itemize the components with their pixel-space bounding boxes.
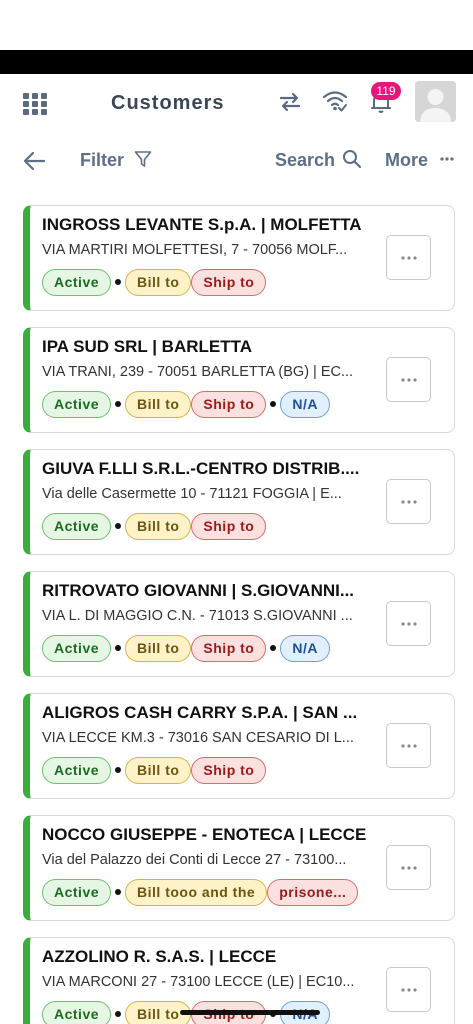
customer-address: Via delle Casermette 10 - 71121 FOGGIA |… [42,486,342,502]
customer-name: INGROSS LEVANTE S.p.A. | MOLFETTA [42,215,362,234]
card-menu-button[interactable] [386,967,431,1012]
bill-to-badge: Bill to [125,512,192,540]
customer-card[interactable]: INGROSS LEVANTE S.p.A. | MOLFETTA VIA MAR… [23,205,455,311]
customer-name: AZZOLINO R. S.A.S. | LECCE [42,947,277,966]
status-tags: Active Bill tooo and the prisone... [42,878,359,906]
ship-to-badge: Ship to [191,756,267,784]
home-indicator [180,1010,320,1015]
customer-address: VIA LECCE KM.3 - 73016 SAN CESARIO DI L.… [42,730,354,746]
ship-to-badge: prisone... [267,878,359,906]
more-button[interactable]: More [385,150,428,171]
user-silhouette-icon [415,81,456,122]
customer-name: IPA SUD SRL | BARLETTA [42,337,253,356]
status-bar [0,0,473,50]
customer-address: VIA L. DI MAGGIO C.N. - 71013 S.GIOVANNI… [42,608,353,624]
active-badge: Active [42,878,112,906]
page-title: Customers [111,92,225,114]
sync-icon[interactable] [278,91,302,113]
bill-to-badge: Bill tooo and the [125,878,268,906]
bill-to-badge: Bill to [125,756,192,784]
wifi-icon[interactable] [322,89,348,113]
customer-card[interactable]: RITROVATO GIOVANNI | S.GIOVANNI... VIA L.… [23,571,455,677]
filter-funnel-icon[interactable] [134,150,152,168]
filter-button[interactable]: Filter [80,150,124,171]
active-badge: Active [42,390,112,418]
status-tags: Active Bill to Ship to [42,268,267,296]
bill-to-badge: Bill to [125,268,192,296]
status-tags: Active Bill to Ship to [42,512,267,540]
na-badge: N/A [280,634,330,662]
customer-name: ALIGROS CASH CARRY S.P.A. | SAN ... [42,703,358,722]
customer-address: VIA MARTIRI MOLFETTESI, 7 - 70056 MOLF..… [42,242,348,258]
search-icon[interactable] [342,149,362,169]
card-menu-button[interactable] [386,723,431,768]
card-menu-button[interactable] [386,479,431,524]
ellipsis-icon [401,256,417,260]
bill-to-badge: Bill to [125,634,192,662]
customer-card[interactable]: IPA SUD SRL | BARLETTA VIA TRANI, 239 - 7… [23,327,455,433]
ellipsis-icon [401,622,417,626]
separator-dot [270,401,277,407]
status-tags: Active Bill toShip to N/A [42,390,330,418]
search-button[interactable]: Search [275,150,335,171]
customer-address: Via del Palazzo dei Conti di Lecce 27 - … [42,852,347,868]
ship-to-badge: Ship to [191,390,267,418]
active-badge: Active [42,756,112,784]
customer-name: NOCCO GIUSEPPE - ENOTECA | LECCE [42,825,367,844]
separator-dot [115,279,122,285]
card-menu-button[interactable] [386,845,431,890]
separator-dot [115,767,122,773]
active-badge: Active [42,512,112,540]
ship-to-badge: Ship to [191,268,267,296]
card-menu-button[interactable] [386,601,431,646]
separator-dot [115,889,122,895]
card-menu-button[interactable] [386,235,431,280]
ellipsis-icon [401,866,417,870]
active-badge: Active [42,634,112,662]
ship-to-badge: Ship to [191,634,267,662]
active-badge: Active [42,268,112,296]
customer-card[interactable]: GIUVA F.LLI S.R.L.-CENTRO DISTRIB.... Via… [23,449,455,555]
active-badge: Active [42,1000,112,1024]
ellipsis-icon [401,378,417,382]
separator-dot [115,645,122,651]
status-tags: Active Bill toShip to N/A [42,634,330,662]
card-menu-button[interactable] [386,357,431,402]
back-arrow-icon[interactable] [22,150,46,172]
status-bar-strip [0,50,473,74]
ellipsis-icon [401,988,417,992]
apps-grid-icon[interactable] [23,93,47,115]
na-badge: N/A [280,390,330,418]
ellipsis-icon [401,744,417,748]
avatar[interactable] [415,81,456,122]
more-dots-icon[interactable] [440,157,454,161]
customer-address: VIA MARCONI 27 - 73100 LECCE (LE) | EC10… [42,974,355,990]
ellipsis-icon [401,500,417,504]
separator-dot [270,645,277,651]
separator-dot [115,1011,122,1017]
separator-dot [115,401,122,407]
customer-name: RITROVATO GIOVANNI | S.GIOVANNI... [42,581,355,600]
status-tags: Active Bill to Ship to [42,756,267,784]
notification-badge: 119 [371,82,401,100]
customer-card[interactable]: ALIGROS CASH CARRY S.P.A. | SAN ... VIA L… [23,693,455,799]
customer-card[interactable]: NOCCO GIUSEPPE - ENOTECA | LECCE Via del … [23,815,455,921]
separator-dot [115,523,122,529]
customer-address: VIA TRANI, 239 - 70051 BARLETTA (BG) | E… [42,364,354,380]
bill-to-badge: Bill to [125,390,192,418]
customer-name: GIUVA F.LLI S.R.L.-CENTRO DISTRIB.... [42,459,360,478]
ship-to-badge: Ship to [191,512,267,540]
